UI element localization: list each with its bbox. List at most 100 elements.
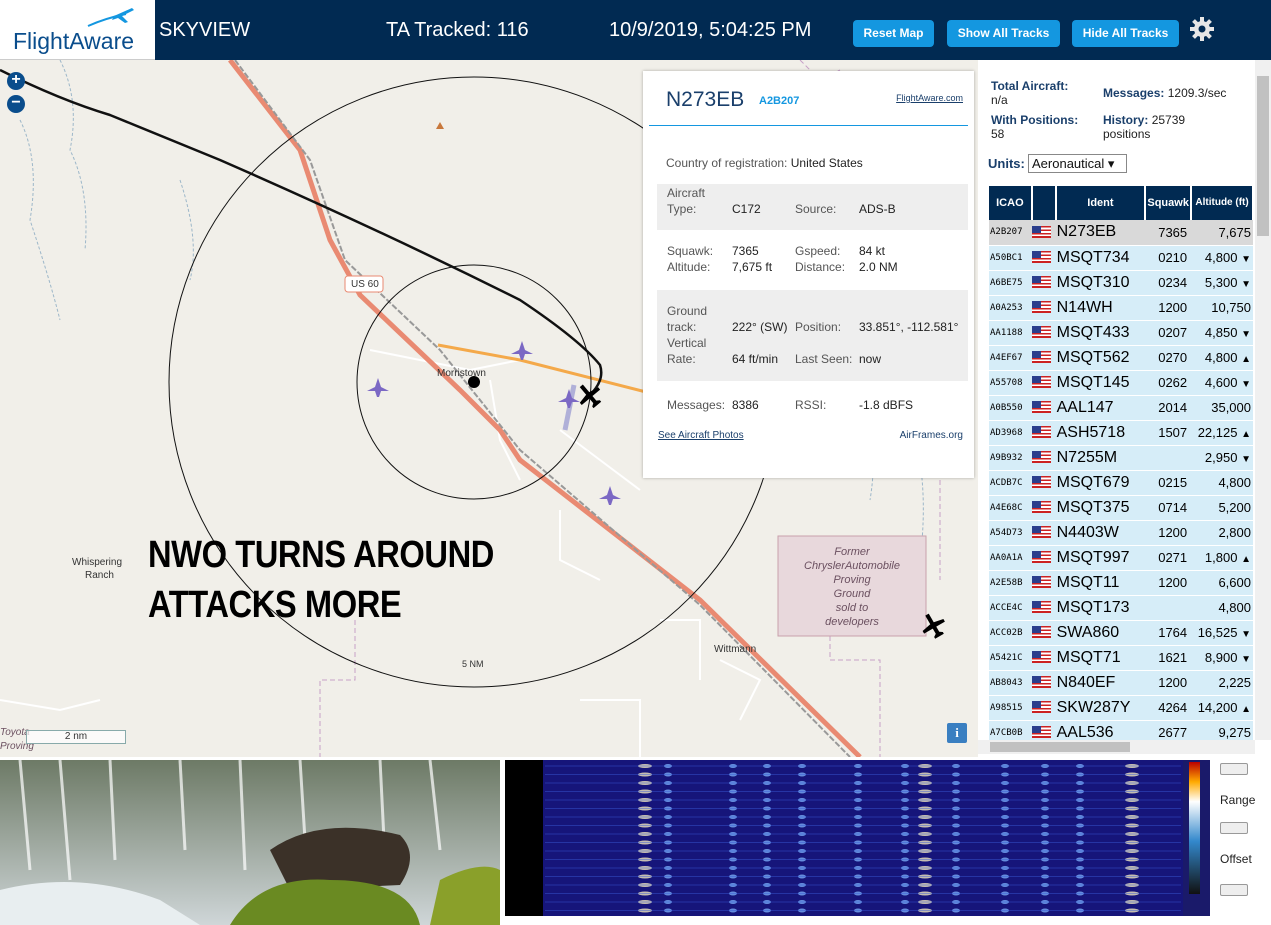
- table-row[interactable]: ACC02B SWA860 1764 16,525 ▼: [989, 620, 1253, 646]
- squawk-cell: 0262: [1145, 370, 1192, 396]
- table-row[interactable]: AA1188 MSQT433 0207 4,850 ▼: [989, 320, 1253, 346]
- gspeed-label: Gspeed:: [795, 244, 841, 258]
- altitude-cell: 16,525 ▼: [1191, 620, 1253, 646]
- spectrum-controls: Range Offset: [1210, 760, 1271, 925]
- gear-icon[interactable]: [1189, 16, 1215, 42]
- altitude-value: 16,525: [1197, 625, 1238, 640]
- altitude-cell: 4,800: [1191, 595, 1253, 621]
- ident-cell: MSQT145: [1055, 370, 1146, 396]
- history-value: 25739: [1151, 113, 1186, 127]
- flag-cell: [1031, 245, 1056, 271]
- place-label-wittmann: Wittmann: [714, 644, 757, 655]
- trend-icon: ▲: [1241, 554, 1251, 565]
- icao-cell: ACC02B: [989, 620, 1032, 646]
- altitude-value: 4,600: [1204, 375, 1238, 390]
- flag-cell: [1031, 545, 1056, 571]
- flag-cell: [1031, 370, 1056, 396]
- ident-cell: MSQT433: [1055, 320, 1146, 346]
- col-squawk[interactable]: Squawk: [1145, 186, 1193, 220]
- overlay-line-1: NWO TURNS AROUND: [148, 534, 494, 576]
- zoom-out-button[interactable]: −: [7, 95, 25, 113]
- col-icao[interactable]: ICAO: [989, 186, 1033, 220]
- info-button[interactable]: i: [947, 723, 967, 743]
- spectrum-canvas: [505, 760, 1200, 916]
- altitude-cell: 2,800: [1191, 520, 1253, 546]
- show-all-tracks-button[interactable]: Show All Tracks: [947, 20, 1060, 47]
- squawk-cell: 1200: [1145, 570, 1192, 596]
- us-flag-icon: [1031, 676, 1051, 689]
- altitude-cell: 7,675: [1191, 220, 1253, 246]
- panel-horizontal-scrollbar[interactable]: [978, 740, 1255, 754]
- us-flag-icon: [1031, 726, 1051, 739]
- see-aircraft-photos-link[interactable]: See Aircraft Photos: [658, 430, 744, 441]
- table-row[interactable]: A4EF67 MSQT562 0270 4,800 ▲: [989, 345, 1253, 371]
- altitude-cell: 1,800 ▲: [1191, 545, 1253, 571]
- ident-cell: SWA860: [1055, 620, 1146, 646]
- squawk-cell: 0234: [1145, 270, 1192, 296]
- reset-map-button[interactable]: Reset Map: [853, 20, 934, 47]
- us-flag-icon: [1031, 376, 1051, 389]
- icao-cell: A4EF67: [989, 345, 1032, 371]
- flightaware-link[interactable]: FlightAware.com: [896, 93, 963, 103]
- table-row[interactable]: A6BE75 MSQT310 0234 5,300 ▼: [989, 270, 1253, 296]
- scroll-thumb[interactable]: [1257, 76, 1269, 236]
- range-label: Range: [1220, 793, 1256, 807]
- us-flag-icon: [1031, 526, 1051, 539]
- squawk-cell: 0215: [1145, 470, 1192, 496]
- scroll-thumb[interactable]: [990, 742, 1130, 752]
- squawk-cell: 1200: [1145, 520, 1192, 546]
- squawk-cell: 2014: [1145, 395, 1192, 421]
- table-row[interactable]: A50BC1 MSQT734 0210 4,800 ▼: [989, 245, 1253, 271]
- altitude-value: 9,275: [1218, 725, 1251, 740]
- trend-icon: ▼: [1241, 254, 1251, 265]
- icao-cell: A2E58B: [989, 570, 1032, 596]
- table-row[interactable]: A4E68C MSQT375 0714 5,200: [989, 495, 1253, 521]
- flightaware-logo[interactable]: FlightAware: [0, 0, 155, 60]
- top-slider[interactable]: [1220, 763, 1248, 775]
- zoom-in-button[interactable]: +: [7, 72, 25, 90]
- range-slider[interactable]: [1220, 822, 1248, 834]
- trend-icon: ▼: [1241, 379, 1251, 390]
- table-row[interactable]: A55708 MSQT145 0262 4,600 ▼: [989, 370, 1253, 396]
- flag-cell: [1031, 570, 1056, 596]
- airframes-link[interactable]: AirFrames.org: [900, 430, 963, 441]
- table-row[interactable]: A0B550 AAL147 2014 35,000: [989, 395, 1253, 421]
- ident-cell: N7255M: [1055, 445, 1146, 471]
- total-aircraft-value: n/a: [991, 93, 1008, 107]
- table-row[interactable]: AD3968 ASH5718 1507 22,125 ▲: [989, 420, 1253, 446]
- us-flag-icon: [1031, 601, 1051, 614]
- plane-logo-icon: [87, 8, 134, 27]
- hide-all-tracks-button[interactable]: Hide All Tracks: [1072, 20, 1179, 47]
- messages-rate-value: 1209.3/sec: [1167, 86, 1227, 100]
- datetime-display: 10/9/2019, 5:04:25 PM: [609, 19, 812, 41]
- place-label-ranch: Ranch: [85, 570, 114, 581]
- flag-cell: [1031, 645, 1056, 671]
- panel-vertical-scrollbar[interactable]: [1255, 60, 1271, 740]
- table-row[interactable]: ACDB7C MSQT679 0215 4,800: [989, 470, 1253, 496]
- table-row[interactable]: A9B932 N7255M 2,950 ▼: [989, 445, 1253, 471]
- squawk-cell: [1145, 595, 1192, 621]
- col-flag[interactable]: [1031, 186, 1057, 220]
- ident-cell: N14WH: [1055, 295, 1146, 321]
- table-row[interactable]: A2E58B MSQT11 1200 6,600: [989, 570, 1253, 596]
- altitude-cell: 14,200 ▲: [1191, 695, 1253, 721]
- altitude-cell: 4,600 ▼: [1191, 370, 1253, 396]
- table-row[interactable]: A0A253 N14WH 1200 10,750: [989, 295, 1253, 321]
- table-row[interactable]: A54D73 N4403W 1200 2,800: [989, 520, 1253, 546]
- ident-cell: MSQT997: [1055, 545, 1146, 571]
- table-row[interactable]: A98515 SKW287Y 4264 14,200 ▲: [989, 695, 1253, 721]
- units-select[interactable]: Aeronautical ▾: [1028, 154, 1127, 173]
- altitude-value: 5,300: [1204, 275, 1238, 290]
- table-row[interactable]: AB8043 N840EF 1200 2,225: [989, 670, 1253, 696]
- type-source-block: Aircraft Type: C172 Source: ADS-B: [657, 184, 968, 230]
- table-row[interactable]: A5421C MSQT71 1621 8,900 ▼: [989, 645, 1253, 671]
- aircraft-type-label: Aircraft Type:: [667, 186, 706, 216]
- flag-cell: [1031, 445, 1056, 471]
- table-row[interactable]: AA0A1A MSQT997 0271 1,800 ▲: [989, 545, 1253, 571]
- col-altitude[interactable]: Altitude (ft): [1191, 186, 1254, 220]
- offset-slider[interactable]: [1220, 884, 1248, 896]
- table-row[interactable]: ACCE4C MSQT173 4,800: [989, 595, 1253, 621]
- col-ident[interactable]: Ident: [1055, 186, 1147, 220]
- table-row[interactable]: A2B207 N273EB 7365 7,675: [989, 220, 1253, 246]
- trend-icon: ▼: [1241, 329, 1251, 340]
